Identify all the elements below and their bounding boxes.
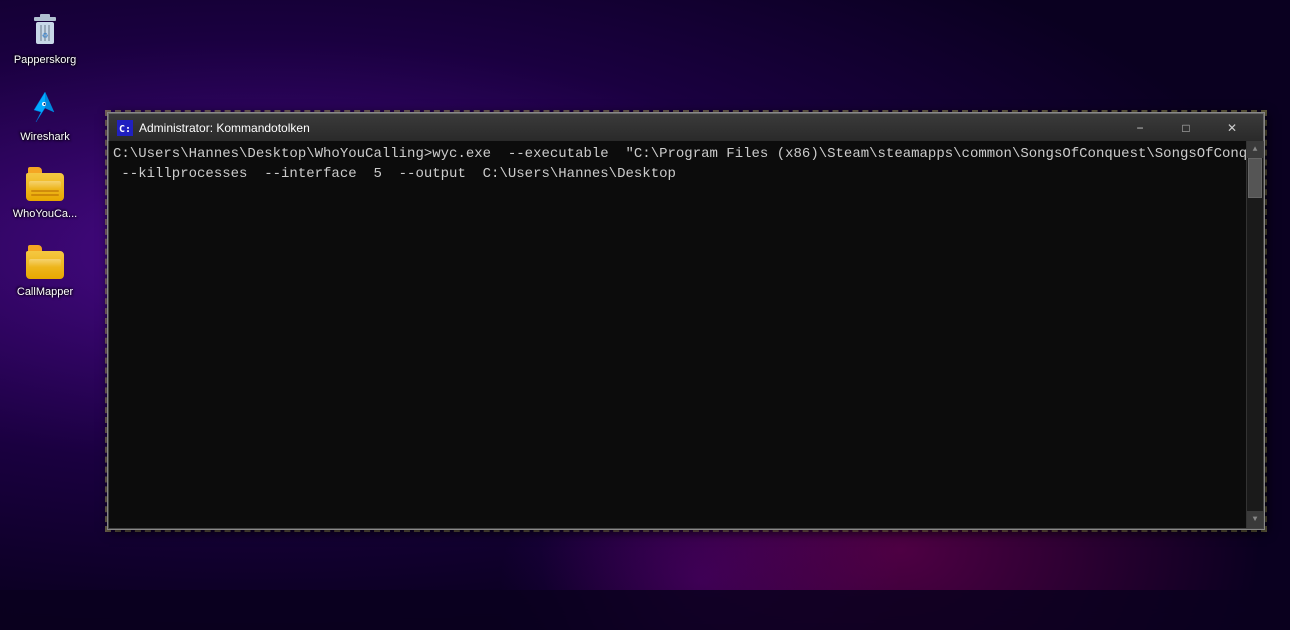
wireshark-icon — [25, 87, 65, 127]
cmd-title-icon: C: — [117, 120, 133, 136]
cmd-scroll-down-button[interactable]: ▼ — [1247, 511, 1263, 528]
cmd-terminal-content[interactable]: C:\Users\Hannes\Desktop\WhoYouCalling>wy… — [109, 141, 1246, 528]
taskbar — [0, 590, 1290, 630]
desktop-icons-container: ♻ Papperskorg Wireshark — [0, 0, 90, 309]
svg-text:♻: ♻ — [42, 31, 48, 42]
desktop-icon-whoyoucalling[interactable]: WhoYouCa... — [10, 164, 80, 221]
cmd-scrollbar-thumb[interactable] — [1248, 158, 1262, 198]
cmd-scroll-up-button[interactable]: ▲ — [1247, 141, 1263, 158]
desktop-icon-papperskorg[interactable]: ♻ Papperskorg — [10, 10, 80, 67]
cmd-titlebar: C: Administrator: Kommandotolken − □ ✕ — [108, 113, 1264, 141]
cmd-window[interactable]: C: Administrator: Kommandotolken − □ ✕ C… — [107, 112, 1265, 530]
cmd-line2: --killprocesses --interface 5 --output C… — [113, 166, 676, 182]
recycle-bin-icon: ♻ — [25, 10, 65, 50]
cmd-title-text: Administrator: Kommandotolken — [139, 121, 1117, 135]
cmd-close-button[interactable]: ✕ — [1209, 114, 1255, 142]
cmd-scrollbar-track — [1247, 158, 1263, 511]
desktop-icon-callmapper[interactable]: CallMapper — [10, 242, 80, 299]
cmd-window-controls: − □ ✕ — [1117, 114, 1255, 142]
cmd-minimize-button[interactable]: − — [1117, 114, 1163, 142]
svg-text:C:: C: — [119, 124, 131, 135]
cmd-scrollbar[interactable]: ▲ ▼ — [1246, 141, 1263, 528]
cmd-maximize-button[interactable]: □ — [1163, 114, 1209, 142]
whoyoucalling-label: WhoYouCa... — [13, 208, 77, 221]
papperskorg-label: Papperskorg — [14, 54, 76, 67]
wireshark-label: Wireshark — [20, 131, 70, 144]
callmapper-folder-icon — [25, 242, 65, 282]
desktop-icon-wireshark[interactable]: Wireshark — [10, 87, 80, 144]
cmd-line1: C:\Users\Hannes\Desktop\WhoYouCalling>wy… — [113, 146, 1246, 162]
whoyoucalling-folder-icon — [25, 164, 65, 204]
desktop: ♻ Papperskorg Wireshark — [0, 0, 1290, 630]
cmd-body[interactable]: C:\Users\Hannes\Desktop\WhoYouCalling>wy… — [108, 141, 1264, 529]
callmapper-label: CallMapper — [17, 286, 73, 299]
